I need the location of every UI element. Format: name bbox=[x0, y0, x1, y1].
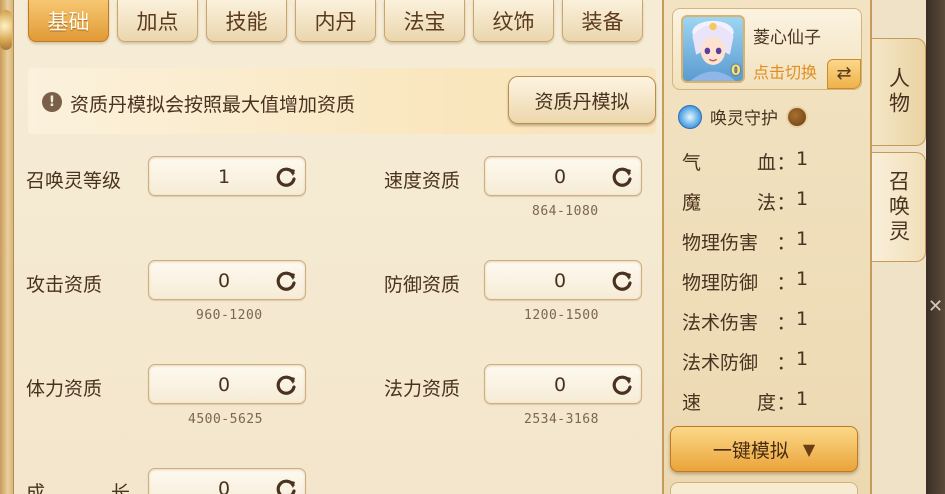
tab-ornament[interactable]: 纹饰 bbox=[473, 0, 554, 42]
stat-row-hp: 气血 ： 1 bbox=[682, 148, 852, 175]
tab-bar: 基础 加点 技能 内丹 法宝 纹饰 装备 bbox=[28, 0, 643, 42]
switch-pet-link[interactable]: 点击切换 bbox=[753, 59, 817, 83]
chevron-down-icon: ▼ bbox=[802, 439, 816, 459]
notice-text: 资质丹模拟会按照最大值增加资质 bbox=[70, 94, 356, 116]
stat-row-mag-dmg: 法术伤害 ： 1 bbox=[682, 308, 852, 335]
refresh-icon[interactable] bbox=[273, 268, 299, 294]
defense-input[interactable]: 0 bbox=[484, 260, 642, 300]
stat-row-phys-dmg: 物理伤害 ： 1 bbox=[682, 228, 852, 255]
stamina-input[interactable]: 0 bbox=[148, 364, 306, 404]
stat-name: 气血 bbox=[682, 152, 776, 174]
attack-range: 960-1200 bbox=[196, 308, 263, 323]
pet-name: 菱心仙子 bbox=[753, 28, 821, 48]
level-input[interactable]: 1 bbox=[148, 156, 306, 196]
info-icon: ! bbox=[42, 92, 62, 112]
guard-label: 唤灵守护 bbox=[710, 109, 778, 129]
pet-avatar: 0 bbox=[681, 15, 745, 83]
refresh-icon[interactable] bbox=[609, 164, 635, 190]
right-panel: 0 菱心仙子 点击切换 ⇄ 唤灵守护 气血 ： 1 魔法 ： 1 物理伤害 ： … bbox=[662, 0, 872, 494]
stat-row-phys-def: 物理防御 ： 1 bbox=[682, 268, 852, 295]
stat-name: 魔法 bbox=[682, 192, 776, 214]
side-tab-character[interactable]: 人物 bbox=[872, 38, 926, 146]
guard-row: 唤灵守护 bbox=[678, 104, 808, 129]
left-frame bbox=[0, 0, 14, 494]
stat-colon: ： bbox=[776, 192, 796, 214]
tab-add-points[interactable]: 加点 bbox=[117, 0, 198, 42]
stat-row-mag-def: 法术防御 ： 1 bbox=[682, 348, 852, 375]
aptitude-pill-simulate-button[interactable]: 资质丹模拟 bbox=[508, 76, 656, 124]
guard-emblem-icon bbox=[678, 104, 702, 129]
tab-treasure[interactable]: 法宝 bbox=[384, 0, 465, 42]
frame-ornament bbox=[0, 10, 12, 50]
refresh-icon[interactable] bbox=[273, 372, 299, 398]
side-tab-summon[interactable]: 召唤灵 bbox=[872, 152, 926, 262]
one-key-simulate-button[interactable]: 一键模拟 ▼ bbox=[670, 426, 858, 472]
level-label: 召唤灵等级 bbox=[26, 170, 122, 192]
stat-name: 速度 bbox=[682, 392, 776, 414]
tab-equipment[interactable]: 装备 bbox=[562, 0, 643, 42]
growth-input[interactable]: 0 bbox=[148, 468, 306, 494]
defense-label: 防御资质 bbox=[384, 274, 461, 296]
magic-range: 2534-3168 bbox=[524, 412, 599, 427]
tab-basic[interactable]: 基础 bbox=[28, 0, 109, 42]
stat-colon: ： bbox=[776, 392, 796, 414]
notice-banner: ! 资质丹模拟会按照最大值增加资质 资质丹模拟 bbox=[28, 68, 656, 134]
stat-value: 1 bbox=[796, 388, 809, 410]
stat-colon: ： bbox=[776, 152, 796, 174]
stat-colon: ： bbox=[776, 312, 796, 334]
stat-colon: ： bbox=[776, 352, 796, 374]
tab-skills[interactable]: 技能 bbox=[206, 0, 287, 42]
stamina-label: 体力资质 bbox=[26, 378, 103, 400]
refresh-icon[interactable] bbox=[609, 372, 635, 398]
guard-toggle[interactable] bbox=[786, 105, 808, 128]
magic-label: 法力资质 bbox=[384, 378, 461, 400]
speed-input[interactable]: 0 bbox=[484, 156, 642, 196]
stat-name: 物理防御 bbox=[682, 272, 759, 294]
stat-value: 1 bbox=[796, 308, 809, 330]
stat-name: 法术伤害 bbox=[682, 312, 759, 334]
stat-value: 1 bbox=[796, 348, 809, 370]
magic-input[interactable]: 0 bbox=[484, 364, 642, 404]
main-panel: 基础 加点 技能 内丹 法宝 纹饰 装备 ! 资质丹模拟会按照最大值增加资质 资… bbox=[14, 0, 662, 494]
background-edge bbox=[926, 0, 945, 494]
stat-name: 物理伤害 bbox=[682, 232, 759, 254]
speed-label: 速度资质 bbox=[384, 170, 461, 192]
speed-range: 864-1080 bbox=[532, 204, 599, 219]
stat-row-speed: 速度 ： 1 bbox=[682, 388, 852, 415]
close-icon[interactable]: ✕ bbox=[926, 296, 945, 322]
attack-label: 攻击资质 bbox=[26, 274, 103, 296]
refresh-icon[interactable] bbox=[273, 476, 299, 494]
stat-value: 1 bbox=[796, 148, 809, 170]
stat-value: 1 bbox=[796, 228, 809, 250]
one-key-label: 一键模拟 bbox=[712, 439, 789, 462]
pet-level: 0 bbox=[731, 63, 741, 79]
tab-inner-dan[interactable]: 内丹 bbox=[295, 0, 376, 42]
pet-card[interactable]: 0 菱心仙子 点击切换 ⇄ bbox=[672, 8, 862, 90]
defense-range: 1200-1500 bbox=[524, 308, 599, 323]
stat-value: 1 bbox=[796, 268, 809, 290]
stat-colon: ： bbox=[776, 232, 796, 254]
stat-name: 法术防御 bbox=[682, 352, 759, 374]
stat-row-mp: 魔法 ： 1 bbox=[682, 188, 852, 215]
refresh-icon[interactable] bbox=[609, 268, 635, 294]
attack-input[interactable]: 0 bbox=[148, 260, 306, 300]
refresh-icon[interactable] bbox=[273, 164, 299, 190]
secondary-button[interactable] bbox=[670, 482, 858, 494]
switch-arrows-icon[interactable]: ⇄ bbox=[827, 59, 861, 89]
stamina-range: 4500-5625 bbox=[188, 412, 263, 427]
stat-value: 1 bbox=[796, 188, 809, 210]
stat-colon: ： bbox=[776, 272, 796, 294]
growth-label: 成 长 bbox=[26, 482, 161, 494]
